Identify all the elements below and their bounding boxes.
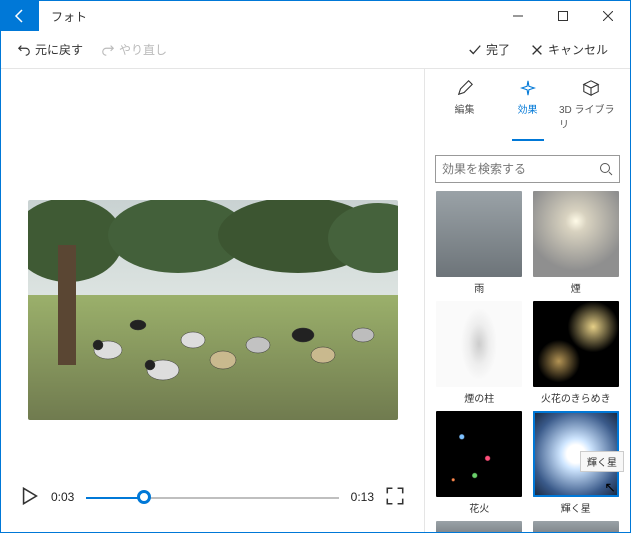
- window-controls: [495, 1, 630, 31]
- close-button[interactable]: [585, 1, 630, 31]
- cancel-label: キャンセル: [548, 41, 608, 58]
- effect-shining-star[interactable]: 輝く星: [532, 411, 621, 515]
- tab-library[interactable]: 3D ライブラリ: [559, 79, 622, 139]
- player-controls: 0:03 0:13: [9, 472, 416, 532]
- titlebar: フォト: [1, 1, 630, 31]
- undo-label: 元に戻す: [35, 41, 83, 58]
- undo-button[interactable]: 元に戻す: [11, 37, 89, 62]
- app-title: フォト: [51, 8, 495, 25]
- effect-smoke-thumb: [533, 191, 619, 277]
- effects-list[interactable]: 雨 煙 煙の柱 火花のきらめき: [425, 191, 630, 532]
- effect-fireworks-thumb: [436, 411, 522, 497]
- video-frame-illustration: [28, 200, 398, 420]
- fullscreen-button[interactable]: [386, 487, 404, 508]
- effect-smoke-pillar[interactable]: 煙の柱: [435, 301, 524, 405]
- preview-area: 0:03 0:13: [1, 69, 424, 532]
- minimize-button[interactable]: [495, 1, 540, 31]
- back-button[interactable]: [1, 1, 39, 31]
- maximize-button[interactable]: [540, 1, 585, 31]
- search-input[interactable]: [442, 162, 599, 176]
- effect-smoke-pillar-label: 煙の柱: [464, 390, 494, 405]
- current-time: 0:03: [51, 490, 74, 504]
- close-icon: [603, 11, 613, 21]
- play-icon: [21, 487, 39, 505]
- body: 0:03 0:13 編集: [1, 69, 630, 532]
- pencil-icon: [456, 79, 474, 97]
- search-box[interactable]: [435, 155, 620, 183]
- effect-fireworks-label: 花火: [469, 500, 489, 515]
- effect-shining-star-label: 輝く星: [561, 500, 591, 515]
- done-button[interactable]: 完了: [462, 37, 516, 62]
- maximize-icon: [558, 11, 568, 21]
- cube-icon: [582, 79, 600, 97]
- effect-sparks-thumb: [533, 301, 619, 387]
- effect-rain[interactable]: 雨: [435, 191, 524, 295]
- effect-fireworks[interactable]: 花火: [435, 411, 524, 515]
- side-panel: 編集 効果 3D ライブラリ: [424, 69, 630, 532]
- fullscreen-icon: [386, 487, 404, 505]
- effect-more-thumb: [533, 521, 619, 532]
- tab-library-label: 3D ライブラリ: [559, 101, 622, 131]
- arrow-left-icon: [12, 8, 28, 24]
- effect-smoke-label: 煙: [571, 280, 581, 295]
- effect-sparks[interactable]: 火花のきらめき: [532, 301, 621, 405]
- effect-more-1[interactable]: [435, 521, 524, 532]
- tab-edit[interactable]: 編集: [433, 79, 496, 139]
- seek-slider[interactable]: [86, 487, 338, 507]
- redo-label: やり直し: [119, 41, 167, 58]
- tab-effects[interactable]: 効果: [496, 79, 559, 139]
- effect-more-thumb: [436, 521, 522, 532]
- total-time: 0:13: [351, 490, 374, 504]
- effect-shining-star-thumb: [533, 411, 619, 497]
- panel-tabs: 編集 効果 3D ライブラリ: [425, 69, 630, 139]
- tab-underline: [512, 139, 544, 141]
- effect-rain-label: 雨: [474, 280, 484, 295]
- cancel-button[interactable]: キャンセル: [524, 37, 614, 62]
- minimize-icon: [513, 11, 523, 21]
- app-window: フォト 元に戻す やり直し 完了 キャンセル: [0, 0, 631, 533]
- video-wrap: [9, 69, 416, 472]
- redo-button[interactable]: やり直し: [95, 37, 173, 62]
- toolbar: 元に戻す やり直し 完了 キャンセル: [1, 31, 630, 69]
- redo-icon: [101, 43, 115, 57]
- effect-sparks-label: 火花のきらめき: [541, 390, 611, 405]
- check-icon: [468, 43, 482, 57]
- play-button[interactable]: [21, 487, 39, 508]
- video-preview[interactable]: [28, 200, 398, 420]
- effect-smoke[interactable]: 煙: [532, 191, 621, 295]
- effect-more-2[interactable]: [532, 521, 621, 532]
- sparkle-icon: [519, 79, 537, 97]
- effect-smoke-pillar-thumb: [436, 301, 522, 387]
- tab-edit-label: 編集: [455, 101, 475, 116]
- tab-effects-label: 効果: [518, 101, 538, 116]
- search-icon: [599, 162, 613, 176]
- done-label: 完了: [486, 41, 510, 58]
- x-icon: [530, 43, 544, 57]
- undo-icon: [17, 43, 31, 57]
- effect-rain-thumb: [436, 191, 522, 277]
